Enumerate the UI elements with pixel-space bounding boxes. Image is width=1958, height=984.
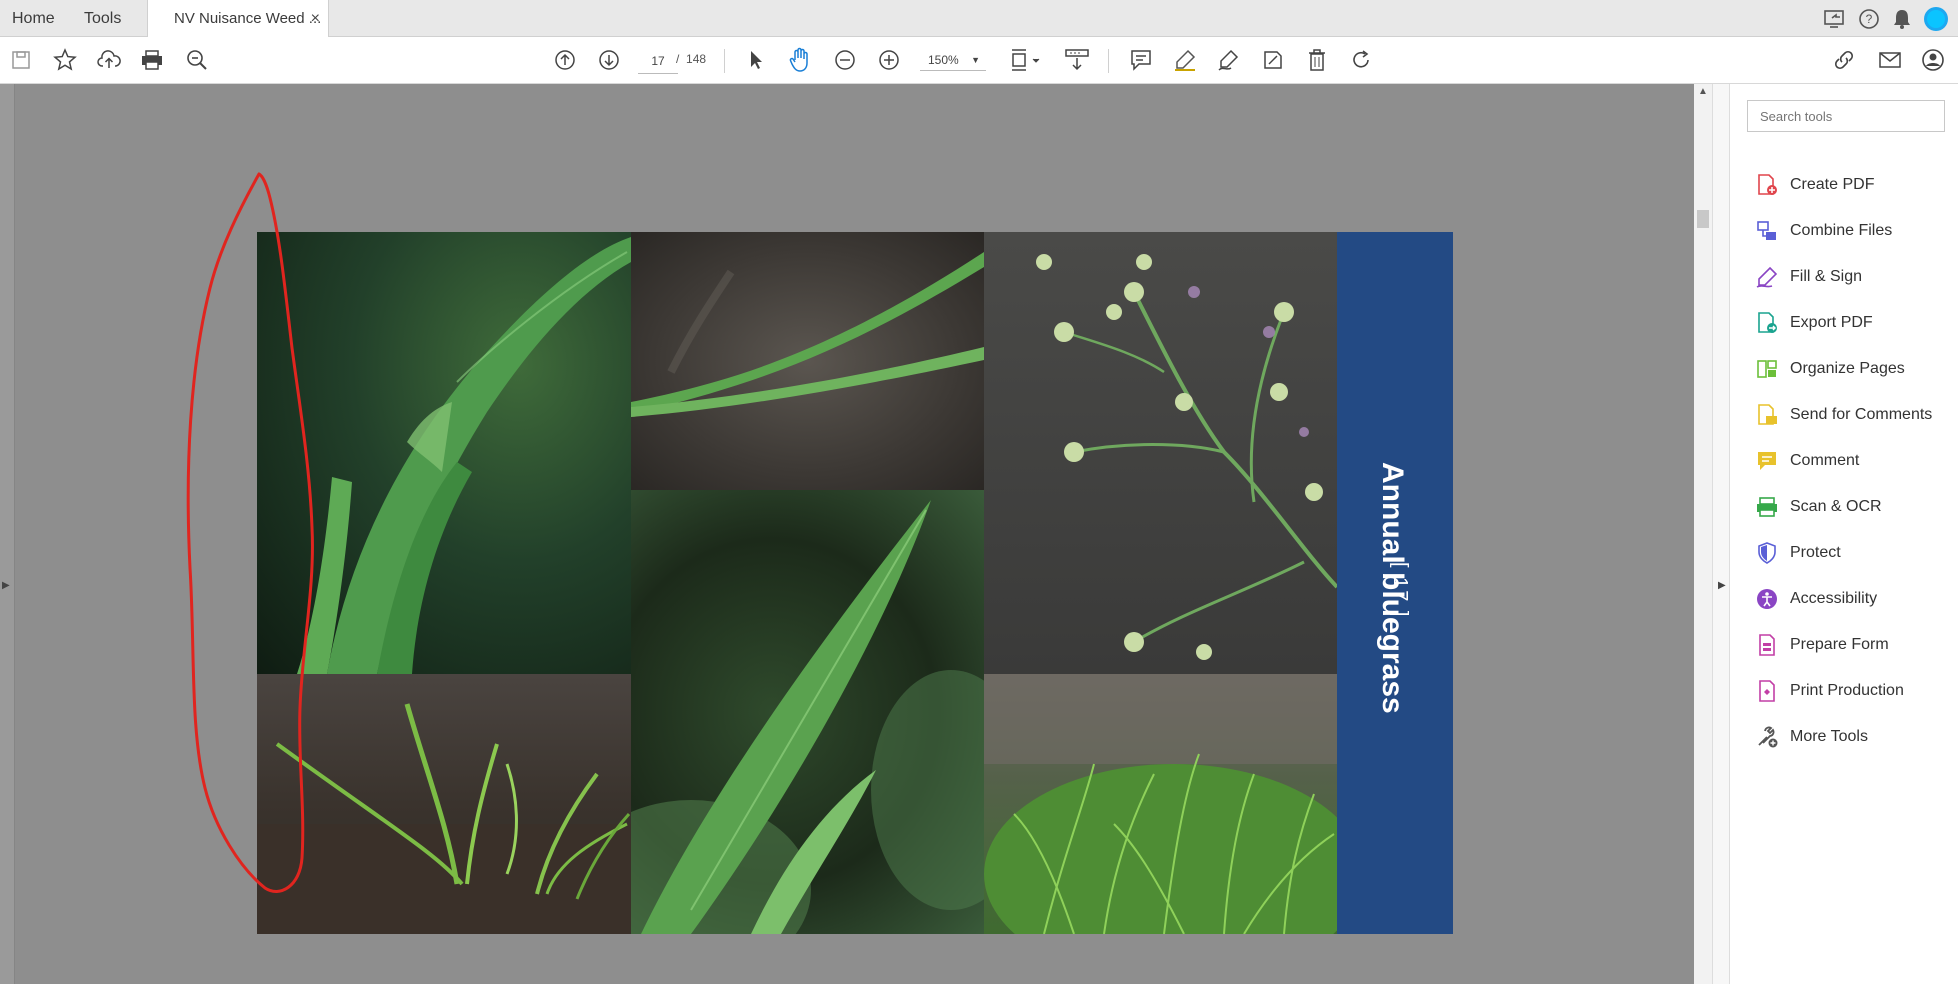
fill-sign-icon bbox=[1756, 266, 1778, 288]
bell-icon[interactable] bbox=[1892, 8, 1912, 30]
avatar[interactable] bbox=[1924, 7, 1948, 31]
tool-protect[interactable]: Protect bbox=[1756, 538, 1841, 568]
zoom-level-value: 150% bbox=[928, 53, 959, 67]
help-icon[interactable]: ? bbox=[1858, 8, 1880, 30]
draw-freehand-icon[interactable] bbox=[1216, 47, 1242, 73]
highlight-icon[interactable] bbox=[1172, 47, 1198, 73]
tool-combine-files[interactable]: Combine Files bbox=[1756, 216, 1892, 246]
tool-label: Fill & Sign bbox=[1790, 268, 1863, 285]
scroll-mode-icon[interactable] bbox=[1063, 47, 1093, 73]
combine-files-icon bbox=[1756, 220, 1778, 242]
scan-ocr-icon bbox=[1756, 496, 1778, 518]
page-total-value: 148 bbox=[686, 52, 707, 66]
red-freehand-annotation[interactable] bbox=[180, 168, 330, 968]
tool-label: Send for Comments bbox=[1790, 406, 1933, 423]
tool-label: Prepare Form bbox=[1790, 636, 1889, 653]
toolbar-divider bbox=[1108, 49, 1109, 73]
save-icon[interactable] bbox=[8, 47, 34, 73]
select-cursor-icon[interactable] bbox=[743, 47, 769, 73]
sign-icon[interactable] bbox=[1260, 47, 1286, 73]
export-pdf-icon bbox=[1756, 312, 1778, 334]
print-production-icon bbox=[1756, 680, 1778, 702]
organize-pages-icon bbox=[1756, 358, 1778, 380]
toolbar: / 148 150% ▼ bbox=[0, 37, 1958, 84]
tool-more-tools[interactable]: More Tools bbox=[1756, 722, 1868, 752]
zoom-out-search-icon[interactable] bbox=[184, 47, 210, 73]
tool-create-pdf[interactable]: Create PDF bbox=[1756, 170, 1874, 200]
close-icon[interactable]: × bbox=[311, 0, 320, 37]
tool-print-production[interactable]: Print Production bbox=[1756, 676, 1904, 706]
tool-label: Accessibility bbox=[1790, 590, 1878, 607]
delete-icon[interactable] bbox=[1304, 47, 1330, 73]
tab-home[interactable]: Home bbox=[0, 0, 67, 37]
tool-label: Comment bbox=[1790, 452, 1860, 469]
share-user-icon[interactable] bbox=[1920, 47, 1946, 73]
zoom-level-select[interactable]: 150% ▼ bbox=[920, 49, 986, 71]
page-separator: / bbox=[676, 52, 680, 66]
page-display-icon[interactable] bbox=[1008, 47, 1044, 73]
next-page-icon[interactable] bbox=[596, 47, 622, 73]
tool-send-for-comments[interactable]: Send for Comments bbox=[1756, 400, 1932, 430]
collapse-tools-pane-icon[interactable]: ▶ bbox=[1718, 580, 1726, 591]
tool-label: More Tools bbox=[1790, 728, 1868, 745]
prepare-form-icon bbox=[1756, 634, 1778, 656]
comment-icon[interactable] bbox=[1128, 47, 1154, 73]
tab-document[interactable]: NV Nuisance Weed ... × bbox=[147, 0, 329, 38]
tool-label: Combine Files bbox=[1790, 222, 1893, 239]
tool-export-pdf[interactable]: Export PDF bbox=[1756, 308, 1873, 338]
scroll-up-icon[interactable]: ▲ bbox=[1698, 86, 1708, 97]
print-icon[interactable] bbox=[139, 47, 165, 73]
comment-icon bbox=[1756, 450, 1778, 472]
search-tools-input[interactable] bbox=[1747, 100, 1945, 132]
zoom-out-icon[interactable] bbox=[832, 47, 858, 73]
leaf-blade-photo bbox=[631, 490, 984, 934]
tool-fill-sign[interactable]: Fill & Sign bbox=[1756, 262, 1862, 292]
tool-label: Organize Pages bbox=[1790, 360, 1905, 377]
tool-comment[interactable]: Comment bbox=[1756, 446, 1859, 476]
protect-icon bbox=[1756, 542, 1778, 564]
page-label: [ 17 ] bbox=[1389, 562, 1411, 619]
tool-label: Protect bbox=[1790, 544, 1841, 561]
tab-tools[interactable]: Tools bbox=[72, 0, 133, 37]
tab-bar: Home Tools NV Nuisance Weed ... × ? bbox=[0, 0, 1958, 38]
rotate-icon[interactable] bbox=[1348, 47, 1374, 73]
tool-label: Print Production bbox=[1790, 682, 1904, 699]
create-pdf-icon bbox=[1756, 174, 1778, 196]
send-for-comments-icon bbox=[1756, 404, 1778, 426]
pdf-page: Annual bluegrass [ 17 ] bbox=[257, 232, 1453, 934]
tool-label: Scan & OCR bbox=[1790, 498, 1882, 515]
tool-label: Export PDF bbox=[1790, 314, 1873, 331]
more-tools-icon bbox=[1756, 726, 1778, 748]
email-icon[interactable] bbox=[1877, 47, 1903, 73]
grass-blade-soil-photo bbox=[631, 232, 984, 490]
toolbar-divider bbox=[724, 49, 725, 73]
left-panel-toggle[interactable]: ▶ bbox=[0, 84, 15, 984]
svg-text:?: ? bbox=[1866, 12, 1873, 26]
hand-tool-icon[interactable] bbox=[787, 47, 813, 73]
star-icon[interactable] bbox=[52, 47, 78, 73]
tool-organize-pages[interactable]: Organize Pages bbox=[1756, 354, 1905, 384]
vertical-scrollbar[interactable]: ▲ bbox=[1694, 84, 1712, 984]
top-right-actions: ? bbox=[1824, 6, 1948, 32]
grass-clump-photo bbox=[984, 674, 1337, 934]
tools-pane: Create PDF Combine Files Fill & Sign Exp… bbox=[1730, 84, 1958, 984]
tool-prepare-form[interactable]: Prepare Form bbox=[1756, 630, 1889, 660]
document-tab-title: NV Nuisance Weed ... bbox=[174, 10, 322, 27]
flower-panicle-photo bbox=[984, 232, 1337, 674]
page-total: / 148 bbox=[676, 52, 706, 66]
tool-scan-ocr[interactable]: Scan & OCR bbox=[1756, 492, 1882, 522]
expand-left-panel-icon[interactable]: ▶ bbox=[2, 580, 10, 591]
share-screen-icon[interactable] bbox=[1824, 9, 1846, 29]
page-number-input[interactable] bbox=[638, 49, 678, 74]
tool-label: Create PDF bbox=[1790, 176, 1875, 193]
upload-cloud-icon[interactable] bbox=[96, 47, 122, 73]
previous-page-icon[interactable] bbox=[552, 47, 578, 73]
scrollbar-thumb[interactable] bbox=[1697, 210, 1709, 228]
zoom-in-icon[interactable] bbox=[876, 47, 902, 73]
tools-pane-splitter[interactable]: ▶ bbox=[1712, 84, 1730, 984]
chevron-down-icon: ▼ bbox=[971, 55, 980, 65]
accessibility-icon bbox=[1756, 588, 1778, 610]
link-share-icon[interactable] bbox=[1832, 47, 1858, 73]
tool-accessibility[interactable]: Accessibility bbox=[1756, 584, 1877, 614]
